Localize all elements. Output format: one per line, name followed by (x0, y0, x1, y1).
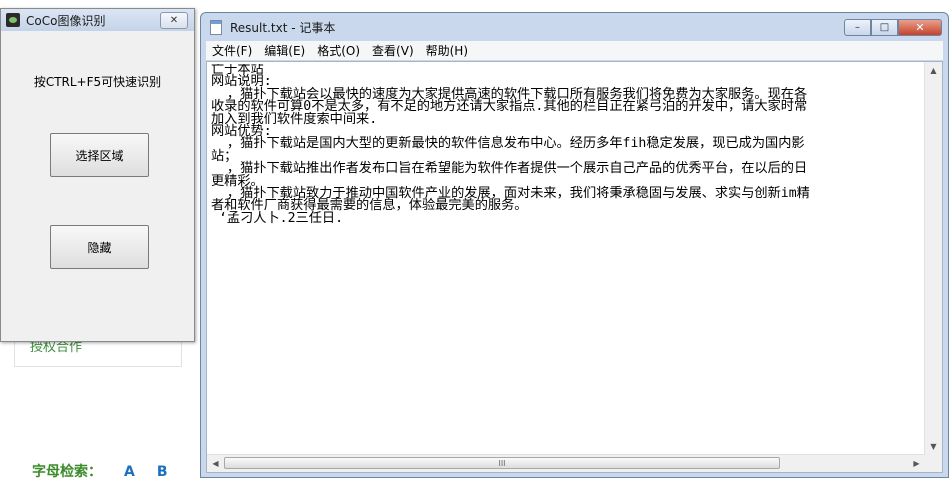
hide-button[interactable]: 隐藏 (50, 225, 149, 269)
menu-edit[interactable]: 编辑(E) (258, 42, 311, 59)
menu-view[interactable]: 查看(V) (366, 42, 420, 59)
letter-link-a[interactable]: A (124, 464, 135, 480)
maximize-button[interactable]: □ (871, 19, 898, 36)
alphabet-search-label: 字母检索： (32, 464, 102, 480)
coco-close-button[interactable]: ✕ (160, 12, 188, 29)
horizontal-scroll-thumb[interactable]: III (224, 457, 780, 469)
vertical-scrollbar[interactable]: ▲ ▼ (924, 62, 942, 455)
grip-icon: III (498, 458, 506, 468)
select-region-button[interactable]: 选择区域 (50, 133, 149, 177)
scroll-down-icon[interactable]: ▼ (925, 438, 942, 455)
minimize-button[interactable]: – (844, 19, 871, 36)
alphabet-search: 字母检索： A B (32, 461, 168, 481)
app-icon (6, 13, 20, 27)
scroll-left-icon[interactable]: ◀ (207, 455, 224, 472)
document-text[interactable]: 亡于本站 网站说明: ，猫扑下载站会以最快的速度为大家提供高速的软件下载口所有服… (211, 64, 921, 454)
menu-format[interactable]: 格式(O) (311, 42, 366, 59)
menu-bar: 文件(F) 编辑(E) 格式(O) 查看(V) 帮助(H) (206, 41, 943, 60)
horizontal-scrollbar[interactable]: ◀ III ▶ (207, 454, 925, 472)
scroll-right-icon[interactable]: ▶ (908, 455, 925, 472)
coco-window-title: CoCo图像识别 (26, 13, 106, 28)
close-icon: ✕ (169, 15, 179, 26)
scroll-up-icon[interactable]: ▲ (925, 62, 942, 79)
notepad-window-title: Result.txt - 记事本 (230, 20, 336, 35)
notepad-window: Result.txt - 记事本 – □ ✕ 文件(F) 编辑(E) 格式(O)… (200, 12, 949, 478)
close-button[interactable]: ✕ (898, 19, 942, 36)
notepad-titlebar[interactable]: Result.txt - 记事本 – □ ✕ (201, 13, 948, 41)
window-controls: – □ ✕ (844, 19, 942, 36)
menu-file[interactable]: 文件(F) (206, 42, 258, 59)
close-icon: ✕ (915, 21, 925, 34)
hotkey-hint: 按CTRL+F5可快速识别 (33, 75, 162, 89)
coco-window: CoCo图像识别 ✕ 按CTRL+F5可快速识别 选择区域 隐藏 (0, 8, 195, 342)
minimize-icon: – (855, 22, 860, 33)
menu-help[interactable]: 帮助(H) (420, 42, 474, 59)
scrollbar-corner (925, 455, 942, 472)
letter-link-b[interactable]: B (157, 464, 168, 480)
maximize-icon: □ (879, 22, 890, 33)
text-editor-area[interactable]: 亡于本站 网站说明: ，猫扑下载站会以最快的速度为大家提供高速的软件下载口所有服… (206, 61, 943, 473)
notepad-icon (210, 19, 222, 35)
coco-titlebar[interactable]: CoCo图像识别 ✕ (1, 9, 194, 31)
